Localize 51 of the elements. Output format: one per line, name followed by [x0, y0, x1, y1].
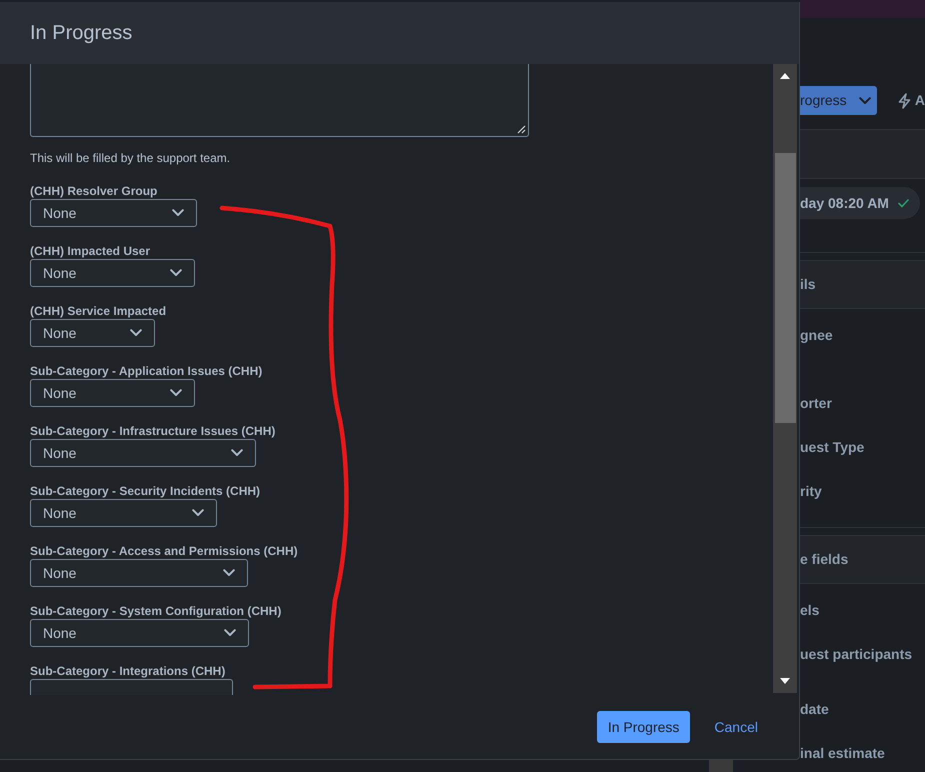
- select-dropdown[interactable]: None: [30, 499, 217, 527]
- cancel-link[interactable]: Cancel: [702, 711, 770, 743]
- panel-field-label: els: [800, 601, 820, 620]
- primary-button[interactable]: In Progress: [596, 711, 690, 743]
- select-dropdown[interactable]: None: [30, 439, 256, 467]
- scroll-down-icon[interactable]: [780, 678, 790, 684]
- scroll-up-icon[interactable]: [780, 73, 790, 79]
- field-label: Sub-Category - System Configuration (CHH): [30, 603, 282, 619]
- select-dropdown[interactable]: None: [30, 259, 195, 287]
- action-label[interactable]: A: [914, 90, 925, 111]
- select-dropdown[interactable]: None: [30, 319, 155, 347]
- chevron-down-icon: [192, 509, 204, 517]
- panel-field-label: uest Type: [800, 438, 866, 457]
- helper-text: This will be filled by the support team.: [30, 150, 232, 166]
- check-icon: [898, 198, 909, 208]
- chevron-down-icon: [223, 569, 235, 577]
- field-label: (CHH) Resolver Group: [30, 183, 158, 199]
- field-label: Sub-Category - Security Incidents (CHH): [30, 483, 260, 499]
- field-label: Sub-Category - Application Issues (CHH): [30, 363, 262, 379]
- panel-field-label: rity: [800, 482, 823, 501]
- page-scrollbar-thumb: [709, 760, 733, 772]
- select-dropdown[interactable]: [30, 679, 233, 695]
- select-dropdown[interactable]: None: [30, 559, 248, 587]
- scrollbar[interactable]: [773, 64, 797, 693]
- chevron-down-icon: [858, 96, 871, 104]
- chevron-down-icon: [130, 329, 142, 337]
- chevron-down-icon: [224, 629, 236, 637]
- chevron-down-icon: [172, 209, 184, 217]
- dialog-title: In Progress: [30, 21, 132, 46]
- scrollbar-thumb[interactable]: [774, 153, 796, 423]
- panel-field-label: gnee: [800, 326, 834, 345]
- panel-field-label: inal estimate: [800, 744, 886, 763]
- select-dropdown[interactable]: None: [30, 199, 197, 227]
- lightning-icon[interactable]: [898, 92, 911, 108]
- panel-section-header[interactable]: ils: [800, 260, 925, 309]
- field-label: Sub-Category - Access and Permissions (CHH): [30, 543, 298, 559]
- chevron-down-icon: [231, 449, 243, 457]
- panel-field-label: date: [800, 700, 830, 719]
- resize-grip-icon[interactable]: [517, 125, 526, 134]
- field-label: (CHH) Impacted User: [30, 243, 150, 259]
- select-dropdown[interactable]: None: [30, 619, 249, 647]
- field-label: Sub-Category - Integrations (CHH): [30, 663, 226, 679]
- panel-field-label: orter: [800, 394, 833, 413]
- panel-field-label: uest participants: [800, 645, 914, 664]
- panel-section-header[interactable]: e fields: [800, 535, 925, 584]
- chevron-down-icon: [170, 389, 182, 397]
- select-dropdown[interactable]: None: [30, 379, 195, 407]
- timestamp-text: day 08:20 AM: [800, 194, 889, 213]
- chevron-down-icon: [170, 269, 182, 277]
- field-label: (CHH) Service Impacted: [30, 303, 166, 319]
- field-label: Sub-Category - Infrastructure Issues (CHH): [30, 423, 276, 439]
